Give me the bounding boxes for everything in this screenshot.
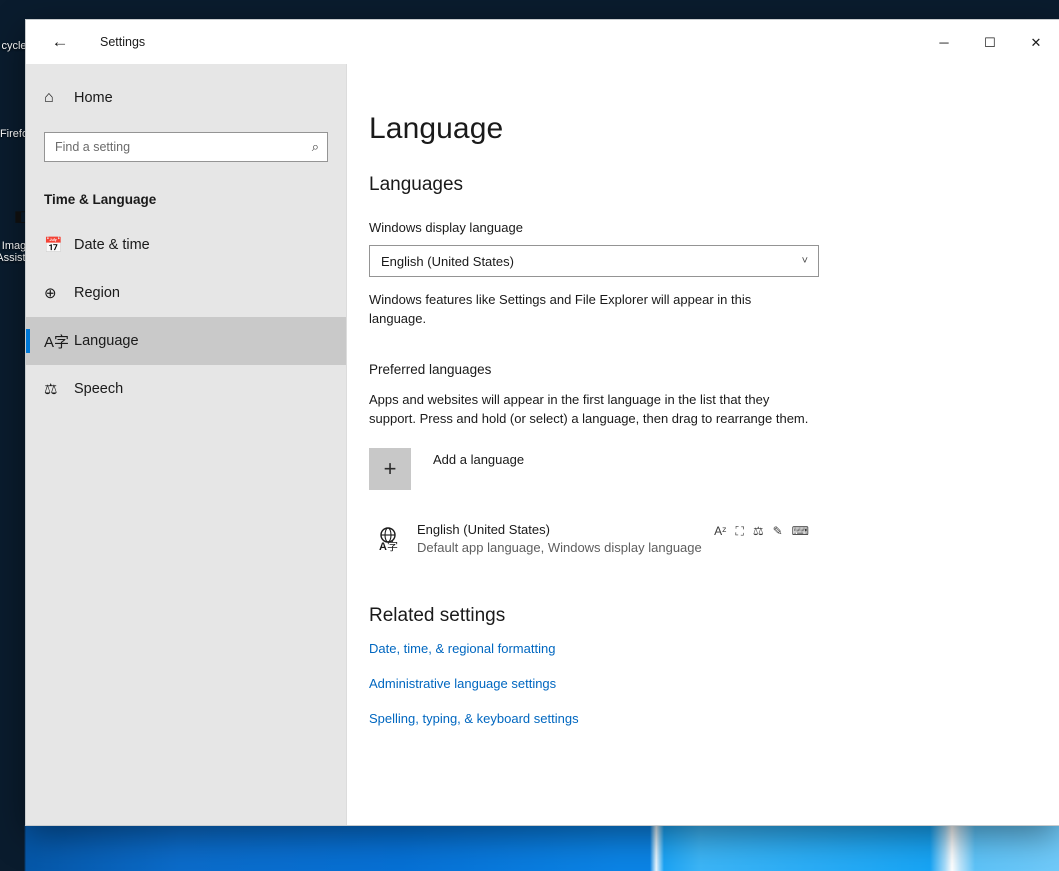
sidebar-item-date-time[interactable]: 📅 Date & time [26, 221, 346, 269]
sidebar-item-label: Home [74, 90, 113, 106]
home-icon: ⌂ [44, 89, 54, 106]
minimize-button[interactable]: ─ [921, 20, 967, 64]
close-icon: ✕ [1030, 34, 1042, 50]
sidebar: ⌂ Home ⌕ Time & Language 📅 Date & time ⊕… [26, 64, 347, 825]
language-list-item[interactable]: A 字 English (United States) Default app … [369, 518, 809, 559]
back-arrow-icon: ← [51, 32, 69, 51]
settings-window: ← Settings ─ ☐ ✕ ⌂ Home ⌕ Time & [26, 20, 1059, 825]
sidebar-item-language[interactable]: A字 Language [26, 317, 346, 365]
preferred-languages-heading: Preferred languages [369, 362, 492, 377]
text-to-speech-icon: ⛶ [735, 524, 744, 538]
microphone-icon: ⚖ [44, 381, 58, 398]
preferred-languages-help-text: Apps and websites will appear in the fir… [369, 392, 809, 426]
window-body: ⌂ Home ⌕ Time & Language 📅 Date & time ⊕… [26, 64, 1059, 825]
window-controls: ─ ☐ ✕ [921, 20, 1059, 64]
plus-icon: + [383, 456, 397, 481]
svg-text:A: A [379, 541, 387, 552]
display-language-help-text: Windows features like Settings and File … [369, 292, 752, 326]
sidebar-item-label: Region [74, 285, 120, 301]
add-language-button-row[interactable]: + Add a language [369, 448, 599, 490]
close-button[interactable]: ✕ [1013, 20, 1059, 64]
sidebar-item-label: Speech [74, 381, 124, 397]
sidebar-item-label: Language [74, 333, 139, 349]
sidebar-item-speech[interactable]: ⚖ Speech [26, 365, 346, 413]
language-icon: A字 [44, 333, 70, 351]
maximize-button[interactable]: ☐ [967, 20, 1013, 64]
calendar-clock-icon: 📅 [44, 237, 63, 254]
language-pack-icon: Aᶻ [714, 524, 727, 538]
speech-recognition-icon: ⚖ [752, 524, 764, 538]
language-name: English (United States) [417, 522, 550, 537]
display-language-dropdown[interactable]: English (United States) ˅ [369, 245, 819, 277]
related-settings-heading: Related settings [369, 605, 506, 626]
app-title: Settings [100, 35, 146, 49]
globe-icon: ⊕ [44, 285, 57, 302]
sidebar-item-label: Date & time [74, 237, 150, 253]
page-title: Language [369, 112, 504, 145]
chevron-down-icon: ˅ [801, 255, 808, 267]
add-language-label: Add a language [433, 452, 525, 467]
language-entry-text: English (United States) Default app lang… [417, 522, 714, 555]
related-link-date-time-regional[interactable]: Date, time, & regional formatting [369, 641, 555, 656]
title-bar: ← Settings ─ ☐ ✕ [26, 20, 1059, 64]
languages-section-heading: Languages [369, 174, 464, 195]
related-link-administrative-language[interactable]: Administrative language settings [369, 676, 556, 691]
add-language-button[interactable]: + [369, 448, 411, 490]
language-status: Default app language, Windows display la… [417, 540, 702, 555]
svg-text:字: 字 [387, 539, 398, 552]
sidebar-group-title: Time & Language [44, 192, 157, 207]
search-input[interactable] [55, 140, 312, 154]
display-language-label: Windows display language [369, 220, 523, 235]
search-icon[interactable]: ⌕ [312, 139, 319, 155]
back-button[interactable]: ← [38, 27, 82, 57]
display-language-value: English (United States) [381, 253, 514, 269]
language-globe-icon: A 字 [369, 522, 411, 552]
wallpaper [0, 825, 1059, 871]
language-feature-icons: Aᶻ ⛶ ⚖ ✎ ⌨ [714, 522, 809, 537]
minimize-icon: ─ [939, 34, 949, 50]
maximize-icon: ☐ [984, 34, 996, 50]
related-link-spelling-typing-keyboard[interactable]: Spelling, typing, & keyboard settings [369, 711, 579, 726]
sidebar-item-home[interactable]: ⌂ Home [26, 78, 346, 118]
handwriting-icon: ✎ [772, 524, 783, 538]
sidebar-item-region[interactable]: ⊕ Region [26, 269, 346, 317]
content-pane: Language Languages Windows display langu… [347, 64, 1059, 825]
keyboard-icon: ⌨ [791, 524, 809, 538]
search-box[interactable]: ⌕ [44, 132, 328, 162]
